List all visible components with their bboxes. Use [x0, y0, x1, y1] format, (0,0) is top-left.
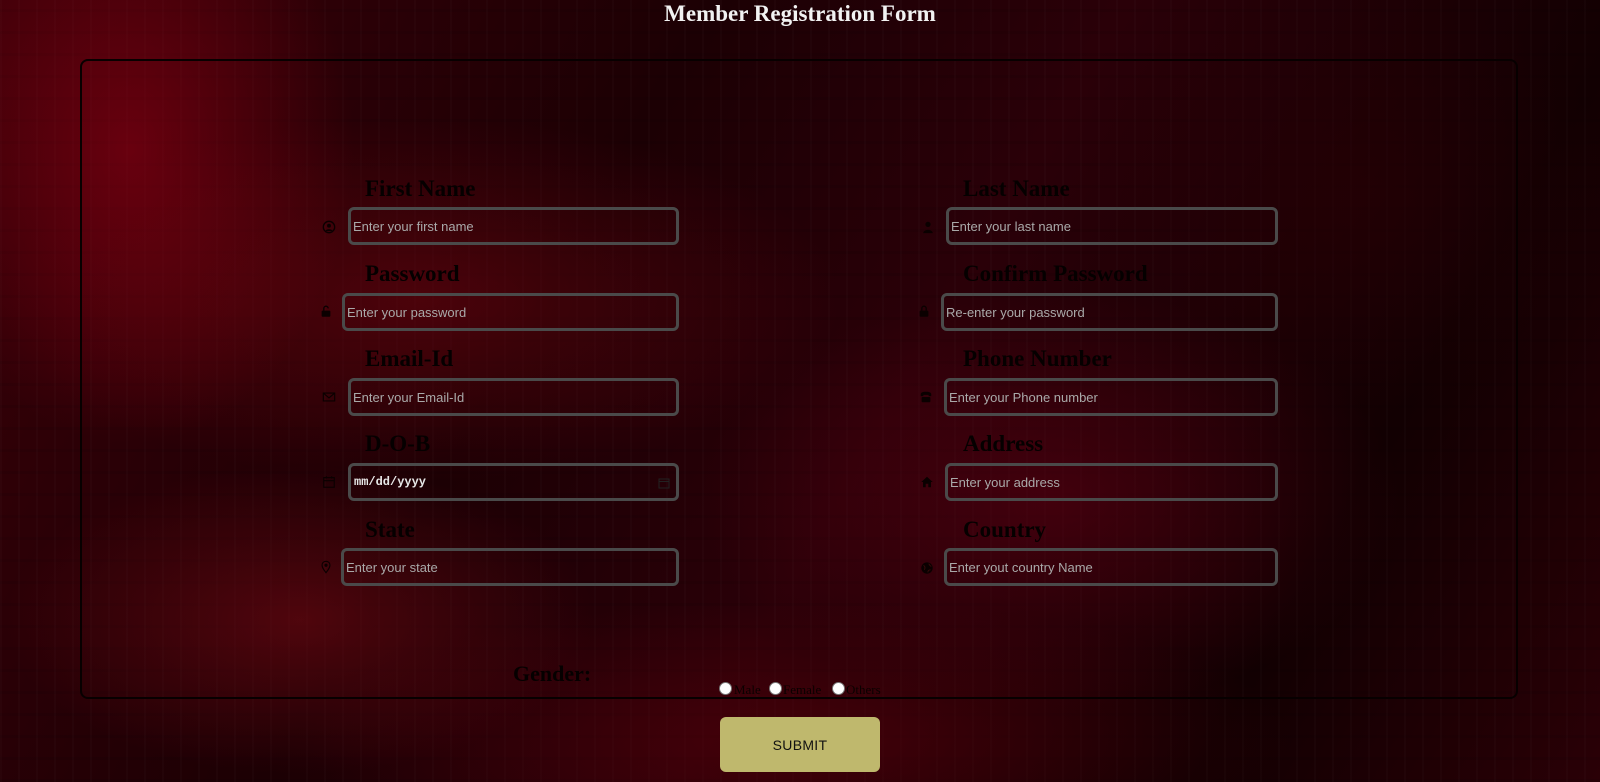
gender-others-radio[interactable]	[832, 682, 845, 695]
gender-male-radio[interactable]	[719, 682, 732, 695]
gender-others-label: Others	[846, 682, 881, 697]
phone-input[interactable]	[944, 378, 1278, 416]
password-input[interactable]	[342, 293, 679, 331]
globe-icon	[919, 560, 935, 576]
gender-female-radio[interactable]	[769, 682, 782, 695]
calendar-icon	[321, 474, 337, 490]
phone-icon	[918, 389, 934, 405]
last-name-label: Last Name	[963, 176, 1070, 201]
gender-label: Gender:	[513, 661, 592, 686]
address-label: Address	[963, 431, 1044, 456]
gender-male-label: Male	[734, 682, 761, 697]
submit-button[interactable]: SUBMIT	[720, 717, 880, 772]
user-circle-icon	[321, 219, 337, 235]
form-panel	[80, 59, 1518, 699]
map-pin-icon	[318, 559, 334, 575]
email-input[interactable]	[348, 378, 679, 416]
user-icon	[920, 219, 936, 235]
country-input[interactable]	[944, 548, 1278, 586]
dob-value: mm/dd/yyyy	[354, 475, 427, 489]
confirm-password-label: Confirm Password	[963, 261, 1148, 286]
email-label: Email-Id	[365, 346, 454, 371]
last-name-input[interactable]	[946, 207, 1278, 245]
state-input[interactable]	[341, 548, 679, 586]
confirm-password-input[interactable]	[941, 293, 1278, 331]
first-name-label: First Name	[365, 176, 476, 201]
dob-label: D-O-B	[365, 431, 431, 456]
state-label: State	[365, 517, 415, 542]
page-title: Member Registration Form	[664, 1, 936, 26]
address-input[interactable]	[945, 463, 1278, 501]
first-name-input[interactable]	[348, 207, 679, 245]
password-label: Password	[365, 261, 460, 286]
date-picker-icon[interactable]	[658, 476, 670, 489]
country-label: Country	[963, 517, 1047, 542]
gender-female-label: Female	[783, 682, 822, 697]
phone-label: Phone Number	[963, 346, 1112, 371]
unlock-icon	[318, 303, 334, 319]
envelope-icon	[321, 389, 337, 405]
lock-icon	[916, 303, 932, 319]
home-icon	[919, 474, 935, 490]
dob-input[interactable]: mm/dd/yyyy	[348, 463, 679, 501]
